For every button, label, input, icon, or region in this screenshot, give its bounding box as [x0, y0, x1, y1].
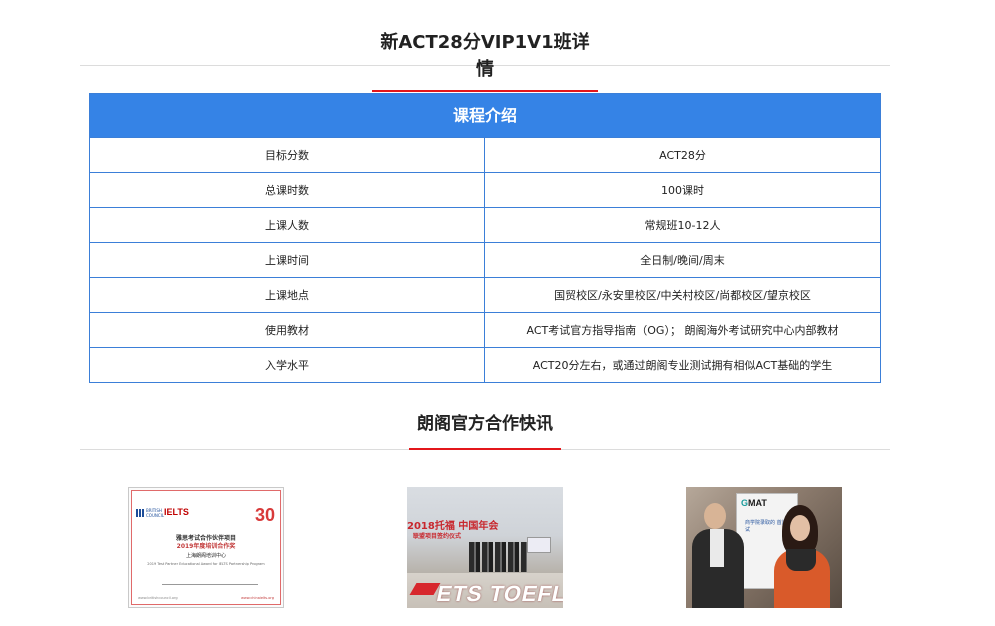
certificate-frame: BRITISH COUNCIL IELTS 30 雅思考试合作伙伴项目 2019… — [131, 490, 281, 605]
table-row: 使用教材 ACT考试官方指导指南（OG）； 朗阁海外考试研究中心内部教材 — [90, 312, 880, 347]
gmat-event-photo[interactable]: GMAT 商学院录取的 首选考试 — [686, 487, 842, 608]
table-row: 上课时间 全日制/晚间/周末 — [90, 242, 880, 277]
certificate-line-4: 2019 Test Partner Educational Award for … — [147, 562, 265, 566]
certificate-line-3: 上海朗阁培训中心 — [185, 553, 226, 559]
row-label-class-size: 上课人数 — [90, 208, 485, 242]
table-row: 上课地点 国贸校区/永安里校区/中关村校区/尚都校区/望京校区 — [90, 277, 880, 312]
row-value-class-time: 全日制/晚间/周末 — [640, 254, 725, 267]
british-council-logo-icon — [136, 509, 144, 517]
page-title: 新ACT28分VIP1V1班详情 — [372, 29, 598, 92]
certificate-footer-right: www.chinaielts.org — [240, 596, 274, 600]
person-woman-scarf — [786, 549, 816, 571]
table-row: 入学水平 ACT20分左右，或通过朗阁专业测试拥有相似ACT基础的学生 — [90, 347, 880, 382]
gmat-logo-prefix: G — [741, 498, 749, 508]
table-row: 总课时数 100课时 — [90, 172, 880, 207]
ets-toefl-event-photo[interactable]: 2018托福 中国年会 联盟项目签约仪式 ETS TOEFL — [407, 487, 563, 608]
certificate-footer-left: www.britishcouncil.org — [138, 596, 178, 600]
ielts-certificate-photo[interactable]: BRITISH COUNCIL IELTS 30 雅思考试合作伙伴项目 2019… — [128, 487, 284, 608]
certificate-footer: www.britishcouncil.org www.chinaielts.or… — [138, 596, 274, 600]
table-row: 上课人数 常规班10-12人 — [90, 207, 880, 242]
event-subtitle: 联盟项目签约仪式 — [413, 533, 462, 540]
row-value-location: 国贸校区/永安里校区/中关村校区/尚都校区/望京校区 — [554, 289, 811, 302]
table-row: 目标分数 ACT28分 — [90, 137, 880, 172]
person-man-shirt — [710, 529, 724, 567]
row-label-class-time: 上课时间 — [90, 243, 485, 277]
ets-toefl-logo: ETS TOEFL — [434, 581, 563, 606]
row-label-location: 上课地点 — [90, 278, 485, 312]
row-label-materials: 使用教材 — [90, 313, 485, 347]
event-banner: 2018托福 中国年会 — [407, 521, 499, 532]
person-woman-face — [790, 515, 810, 541]
row-value-total-hours: 100课时 — [661, 184, 704, 197]
table-header: 课程介绍 — [90, 94, 880, 137]
certificate-line-2: 2019年度培训合作奖 — [176, 543, 236, 550]
row-value-class-size: 常规班10-12人 — [644, 219, 721, 232]
presentation-screen — [527, 537, 551, 553]
ielts-logo: IELTS — [164, 507, 189, 517]
row-label-total-hours: 总课时数 — [90, 173, 485, 207]
section-header-course-detail: 新ACT28分VIP1V1班详情 — [80, 28, 890, 92]
attendees-group — [469, 542, 527, 572]
row-value-materials: ACT考试官方指导指南（OG）； 朗阁海外考试研究中心内部教材 — [526, 324, 839, 337]
gmat-logo-suffix: MAT — [748, 498, 767, 508]
row-value-entry-level: ACT20分左右，或通过朗阁专业测试拥有相似ACT基础的学生 — [532, 359, 833, 372]
section-header-news: 朗阁官方合作快讯 — [80, 409, 890, 450]
council-name: BRITISH COUNCIL — [146, 508, 165, 518]
row-label-entry-level: 入学水平 — [90, 348, 485, 382]
person-man-head — [704, 503, 726, 529]
row-value-target-score: ACT28分 — [659, 149, 706, 162]
gmat-logo: GMAT — [741, 498, 767, 508]
signature-line — [162, 577, 258, 585]
section-title: 朗阁官方合作快讯 — [409, 410, 561, 450]
course-info-table: 课程介绍 目标分数 ACT28分 总课时数 100课时 上课人数 常规班10-1… — [89, 93, 881, 383]
row-label-target-score: 目标分数 — [90, 138, 485, 172]
anniversary-badge: 30 — [254, 505, 275, 525]
